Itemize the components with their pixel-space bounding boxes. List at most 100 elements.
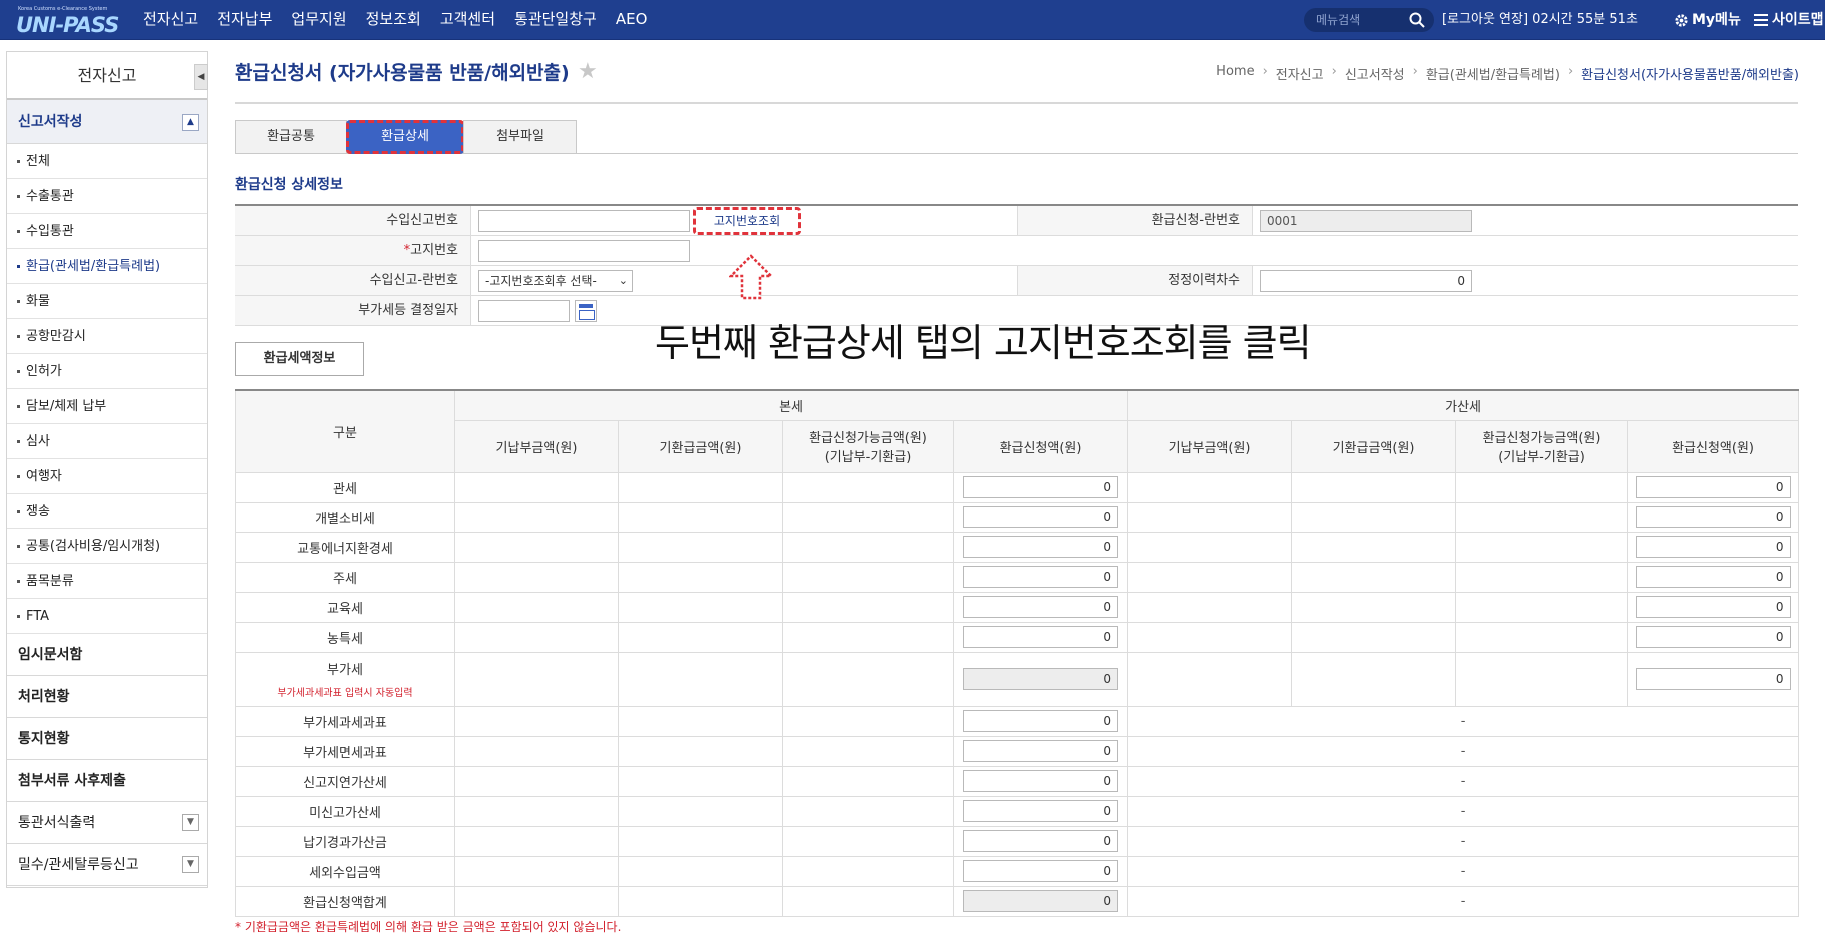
vat-date-input[interactable] [478, 300, 570, 322]
refund-request-input[interactable]: 0 [963, 740, 1119, 762]
total-refund-field: 0 [963, 890, 1119, 912]
menu-item-e-payment[interactable]: 전자납부 [217, 0, 272, 40]
sidebar-group-notices[interactable]: 통지현황 [7, 718, 207, 760]
menu-item-single-window[interactable]: 통관단일창구 [514, 0, 597, 40]
sidebar-item-refund[interactable]: 환급(관세법/환급특례법) [7, 249, 207, 284]
cell [454, 825, 619, 857]
row-label: 부가세과세과표 [235, 705, 455, 737]
cell [782, 591, 954, 623]
sitemap-button[interactable]: 사이트맵 [1754, 0, 1825, 40]
refund-request-input[interactable]: 0 [963, 710, 1119, 732]
tab-refund-detail[interactable]: 환급상세 [346, 120, 464, 154]
breadcrumb-item[interactable]: 환급(관세법/환급특례법) [1426, 64, 1560, 83]
col-refundable-label: 환급신청가능금액(원) [1482, 431, 1601, 446]
sidebar-section-declaration[interactable]: 신고서작성 ▲ [7, 100, 207, 144]
sidebar-item-permits[interactable]: 인허가 [7, 354, 207, 389]
sidebar-item-classification[interactable]: 품목분류 [7, 564, 207, 599]
star-icon[interactable]: ★ [578, 59, 598, 84]
cell [1127, 591, 1293, 623]
refund-request-input[interactable]: 0 [963, 830, 1119, 852]
sidebar-item-port-surveillance[interactable]: 공항만감시 [7, 319, 207, 354]
refund-request-input[interactable]: 0 [963, 536, 1119, 558]
breadcrumb-home[interactable]: Home [1216, 64, 1254, 83]
sidebar-item-export[interactable]: 수출통관 [7, 179, 207, 214]
breadcrumb-separator: › [1331, 64, 1337, 79]
cell [454, 591, 619, 623]
breadcrumb-item[interactable]: 신고서작성 [1345, 64, 1405, 83]
sidebar-group-forms[interactable]: 통관서식출력 ▼ [7, 802, 207, 844]
session-timer[interactable]: [로그아웃 연장] 02시간 55분 51초 [1442, 0, 1638, 40]
notice-no-label-text: 고지번호 [410, 243, 458, 258]
menu-item-aeo[interactable]: AEO [616, 0, 648, 40]
cell: 0 [952, 735, 1129, 767]
search-icon[interactable] [1408, 11, 1426, 29]
cell [782, 705, 954, 737]
refund-request-input[interactable]: 0 [963, 770, 1119, 792]
menu-item-info[interactable]: 정보조회 [366, 0, 421, 40]
sidebar-item-label: 쟁송 [26, 504, 50, 519]
tab-attachments[interactable]: 첨부파일 [463, 120, 577, 154]
collapse-up-icon[interactable]: ▲ [182, 114, 199, 131]
sidebar-collapse-icon[interactable]: ◀ [194, 64, 208, 90]
refund-request-input[interactable]: 0 [963, 566, 1119, 588]
add-refund-request-input[interactable]: 0 [1635, 476, 1791, 498]
cell [782, 885, 954, 917]
add-refund-request-input[interactable]: 0 [1635, 596, 1791, 618]
chevron-down-icon[interactable]: ▼ [182, 856, 199, 873]
refund-request-input[interactable]: 0 [963, 800, 1119, 822]
add-refund-request-input[interactable]: 0 [1635, 668, 1791, 690]
col-refund-request: 환급신청액(원) [952, 419, 1129, 473]
breadcrumb-item[interactable]: 전자신고 [1276, 64, 1324, 83]
sidebar-item-collateral[interactable]: 담보/체제 납부 [7, 389, 207, 424]
sidebar-item-dispute[interactable]: 쟁송 [7, 494, 207, 529]
cell: 0 [952, 621, 1129, 653]
my-menu-button[interactable]: My메뉴 [1674, 0, 1741, 40]
sidebar-item-common[interactable]: 공통(검사비용/임시개청) [7, 529, 207, 564]
add-refund-request-input[interactable]: 0 [1635, 506, 1791, 528]
menu-item-customer-center[interactable]: 고객센터 [440, 0, 495, 40]
sidebar-group-smuggling[interactable]: 밀수/관세탈루등신고 ▼ [7, 844, 207, 886]
row-label: 주세 [235, 561, 455, 593]
menu-item-support[interactable]: 업무지원 [291, 0, 346, 40]
refund-amount-info-button[interactable]: 환급세액정보 [235, 342, 364, 376]
add-refund-request-input[interactable]: 0 [1635, 566, 1791, 588]
correction-count-input[interactable]: 0 [1260, 270, 1472, 292]
refund-request-input[interactable]: 0 [963, 476, 1119, 498]
breadcrumb-separator: › [1412, 64, 1418, 79]
sidebar-item-import[interactable]: 수입통관 [7, 214, 207, 249]
row-label: 농특세 [235, 621, 455, 653]
refund-request-input[interactable]: 0 [963, 596, 1119, 618]
refund-request-input[interactable]: 0 [963, 860, 1119, 882]
import-line-no-select[interactable]: -고지번호조회후 선택- ⌄ [478, 270, 633, 292]
sidebar-group-status[interactable]: 처리현황 [7, 676, 207, 718]
table-row: 개별소비세 0 0 [235, 501, 1800, 533]
sidebar-item-all[interactable]: 전체 [7, 144, 207, 179]
sidebar-group-attachments[interactable]: 첨부서류 사후제출 [7, 760, 207, 802]
sidebar-group-temp-docs[interactable]: 임시문서함 [7, 634, 207, 676]
row-label: 신고지연가산세 [235, 765, 455, 797]
add-refund-request-input[interactable]: 0 [1635, 536, 1791, 558]
tab-refund-common[interactable]: 환급공통 [235, 120, 347, 154]
refund-request-input[interactable]: 0 [963, 626, 1119, 648]
table-row-vat: 부가세 부가세과세과표 입력시 자동입력 0 0 [235, 651, 1800, 707]
add-refund-request-input[interactable]: 0 [1635, 626, 1791, 648]
menu-search-input[interactable] [1316, 11, 1406, 29]
notice-no-input[interactable] [478, 240, 690, 262]
cell [1455, 561, 1629, 593]
sidebar-item-cargo[interactable]: 화물 [7, 284, 207, 319]
calendar-icon[interactable] [575, 300, 597, 322]
sidebar-item-fta[interactable]: FTA [7, 599, 207, 634]
menu-item-e-declaration[interactable]: 전자신고 [143, 0, 198, 40]
refund-amount-table: 구분 본세 가산세 기납부금액(원) 기환급금액(원) 환급신청가능금액(원) (… [235, 389, 1800, 917]
unipass-logo[interactable]: Korea Customs e-Clearance System UNI-PAS… [14, 4, 119, 37]
cell [1291, 561, 1457, 593]
refund-request-input[interactable]: 0 [963, 506, 1119, 528]
sidebar-item-audit[interactable]: 심사 [7, 424, 207, 459]
notice-no-lookup-button[interactable]: 고지번호조회 [693, 207, 801, 235]
cell [618, 825, 783, 857]
import-decl-no-input[interactable] [478, 210, 690, 232]
sitemap-label: 사이트맵 [1772, 12, 1824, 28]
col-add-paid-amount: 기납부금액(원) [1127, 419, 1293, 473]
sidebar-item-traveler[interactable]: 여행자 [7, 459, 207, 494]
chevron-down-icon[interactable]: ▼ [182, 814, 199, 831]
